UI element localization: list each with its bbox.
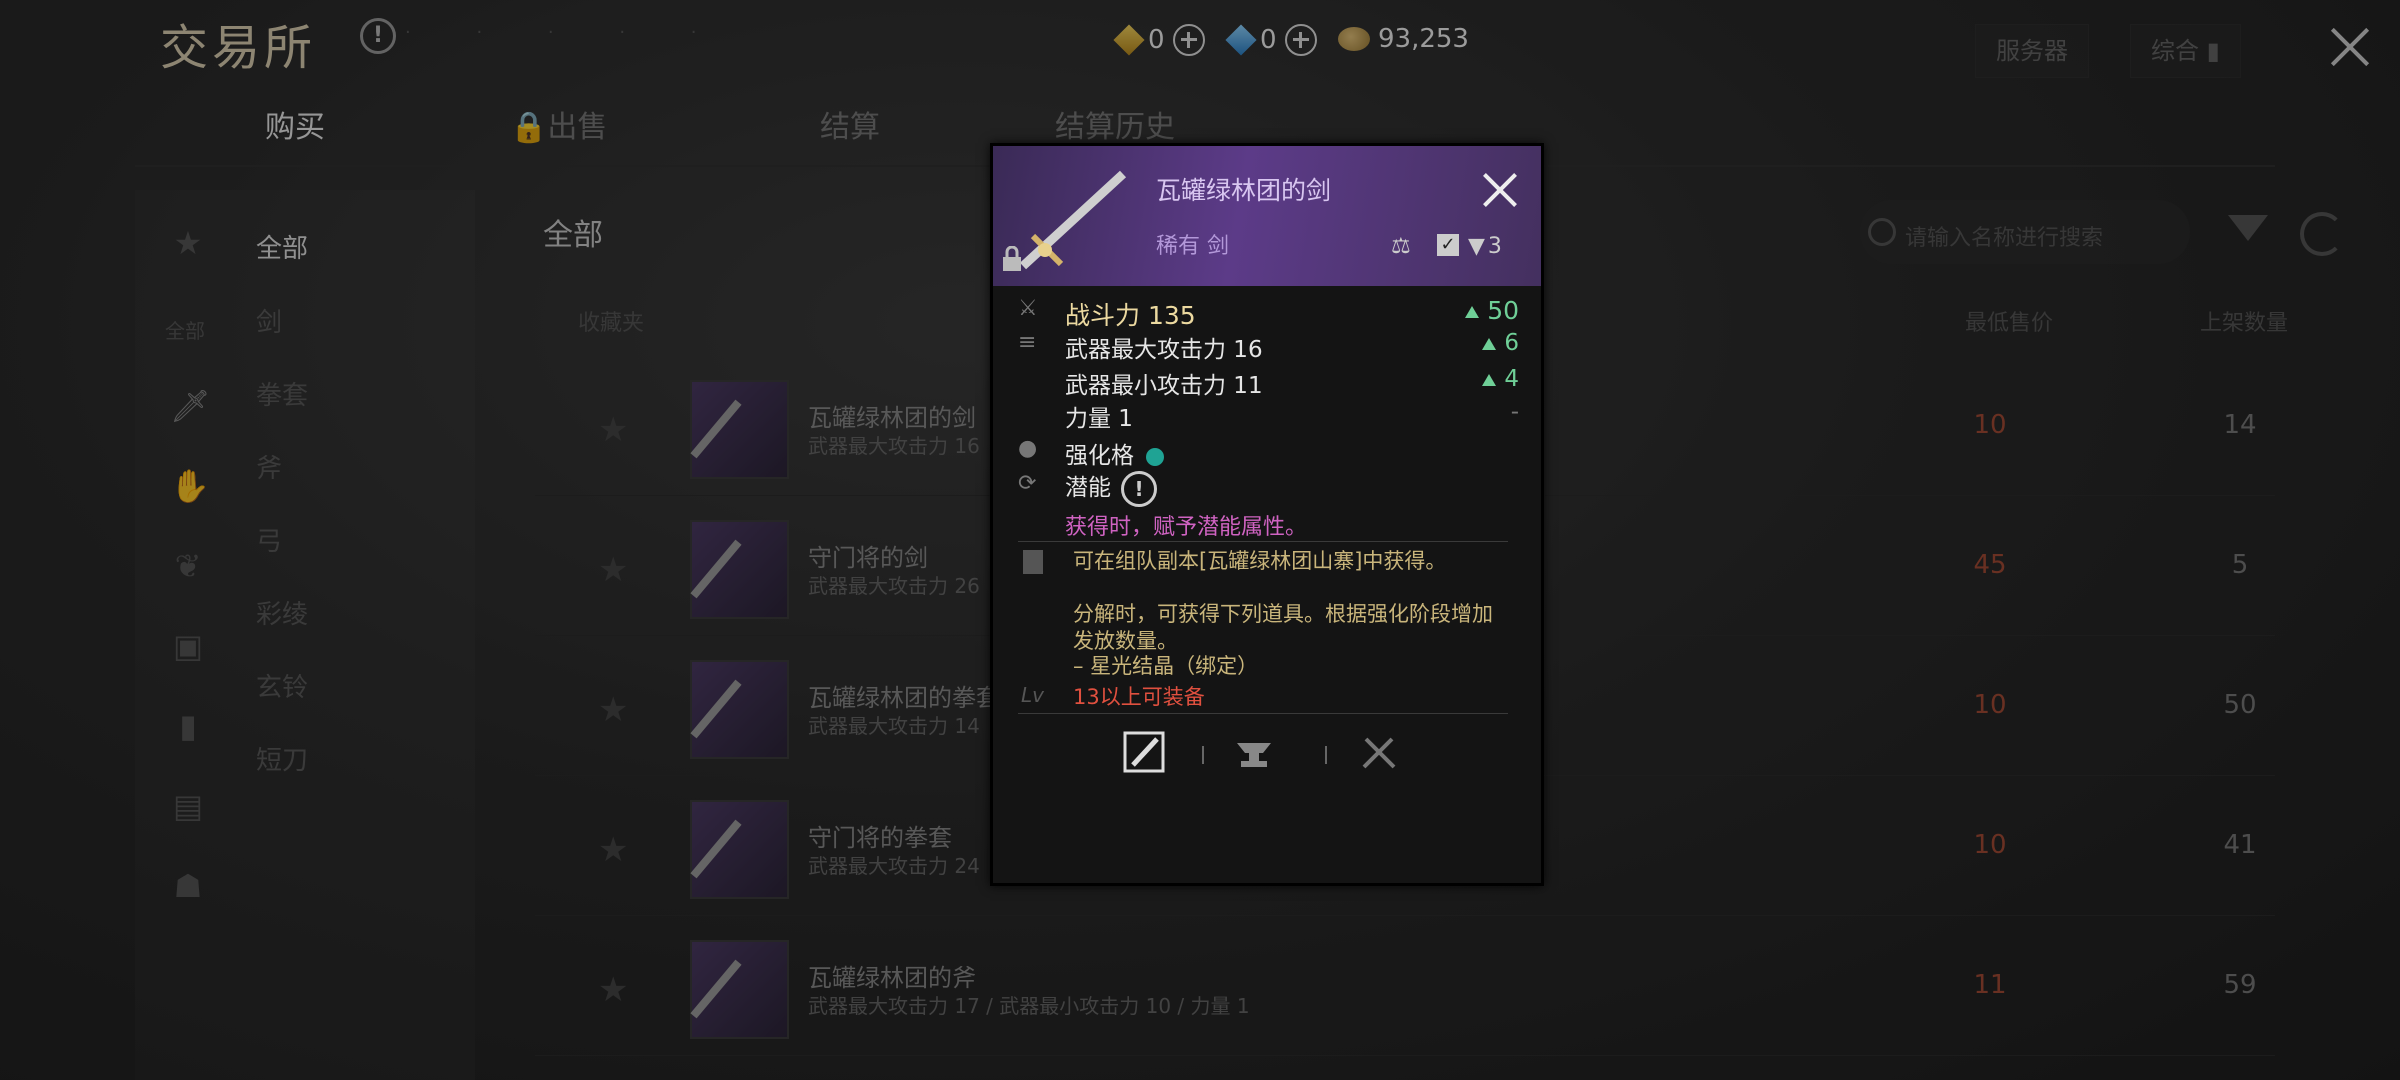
tooltip-item-type: 稀有 剑: [1156, 234, 1229, 259]
lock-icon: [1003, 246, 1021, 271]
socket-icon: ●: [1018, 436, 1038, 461]
document-icon: [1023, 550, 1043, 574]
stats-list-icon: ≡: [1018, 330, 1037, 355]
anvil-icon: ▼: [1468, 234, 1485, 259]
stack-count: 3: [1487, 234, 1502, 259]
stat-strength-delta: -: [1510, 399, 1519, 425]
tooltip-divider: [1018, 713, 1508, 714]
stat-max-attack-delta-value: 6: [1504, 330, 1519, 356]
stat-min-attack-delta-value: 4: [1504, 366, 1519, 392]
scale-icon[interactable]: ⚖: [1391, 234, 1411, 259]
stat-min-attack: 武器最小攻击力 11: [1065, 373, 1263, 399]
equip-icon[interactable]: [1123, 731, 1165, 773]
socket-row: 强化格: [1065, 436, 1164, 470]
combat-power-icon: ⚔: [1018, 296, 1038, 321]
item-tooltip: 瓦罐绿林团的剑 稀有 剑 ⚖ ✓ ▼ 3 ⚔ 战斗力 135 50 ≡ 武器最大攻…: [990, 143, 1544, 886]
socket-label: 强化格: [1065, 443, 1134, 469]
socket-gem-icon: [1146, 447, 1164, 466]
tooltip-close-icon[interactable]: [1478, 168, 1522, 212]
potential-note: 获得时，赋予潜能属性。: [1065, 515, 1308, 540]
anvil-icon[interactable]: [1233, 731, 1275, 773]
tooltip-item-name: 瓦罐绿林团的剑: [1156, 176, 1332, 205]
item-source: 可在组队副本[瓦罐绿林团山寨]中获得。: [1073, 549, 1447, 573]
dismantle-info: 分解时，可获得下列道具。根据强化阶段增加发放数量。: [1073, 602, 1493, 653]
potential-icon: ⟳: [1018, 471, 1037, 496]
action-separator: [1325, 746, 1327, 764]
checkbox-icon[interactable]: ✓: [1437, 234, 1459, 256]
level-requirement: 13以上可装备: [1073, 685, 1205, 709]
sword-item-icon: [1019, 170, 1127, 270]
level-icon: Lv: [1021, 683, 1044, 707]
dismantle-tools-icon[interactable]: [1358, 731, 1400, 773]
tooltip-divider: [1018, 541, 1508, 542]
potential-row: 潜能!: [1065, 468, 1157, 507]
potential-info-icon[interactable]: !: [1121, 470, 1157, 507]
combat-power-delta: 50: [1465, 296, 1519, 325]
combat-power-delta-value: 50: [1487, 296, 1519, 325]
combat-power-label: 战斗力 135: [1065, 301, 1196, 330]
exchange-screen: 交易所 ! · · · · · 0 0 93,253 服务器 综合 ▮ 购买 🔒…: [0, 0, 2400, 1080]
stat-min-attack-delta: 4: [1482, 366, 1519, 392]
action-separator: [1202, 746, 1204, 764]
stat-max-attack: 武器最大攻击力 16: [1065, 337, 1263, 363]
anvil-stack-count: ▼ 3: [1468, 234, 1502, 259]
stat-max-attack-delta: 6: [1482, 330, 1519, 356]
dismantle-item: – 星光结晶（绑定）: [1073, 654, 1259, 678]
potential-label: 潜能: [1065, 475, 1111, 501]
stat-strength: 力量 1: [1065, 406, 1133, 432]
